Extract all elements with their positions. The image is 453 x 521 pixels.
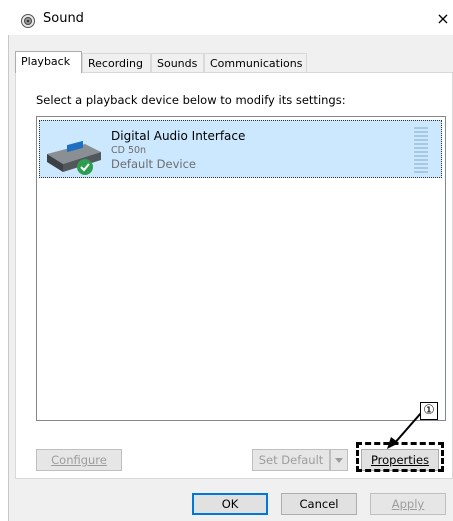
instruction-text: Select a playback device below to modify…	[36, 93, 346, 107]
device-name: Digital Audio Interface	[111, 129, 246, 143]
callout-number: ①	[420, 402, 438, 420]
configure-button[interactable]: Configure	[36, 449, 122, 471]
chevron-down-icon	[335, 458, 343, 463]
window-title: Sound	[43, 11, 84, 26]
device-model: CD 50n	[111, 145, 147, 156]
ok-button[interactable]: OK	[192, 493, 268, 515]
set-default-button[interactable]: Set Default	[252, 449, 330, 471]
green-check-icon	[77, 159, 93, 175]
device-status: Default Device	[111, 157, 197, 171]
tab-playback[interactable]: Playback	[15, 51, 82, 73]
title-bar: Sound ×	[0, 0, 453, 35]
tab-sounds[interactable]: Sounds	[151, 53, 204, 72]
tab-communications[interactable]: Communications	[204, 53, 307, 72]
close-button[interactable]: ×	[433, 8, 453, 30]
set-default-dropdown[interactable]	[330, 449, 348, 471]
volume-level-meter	[413, 126, 429, 173]
speaker-icon	[21, 14, 35, 28]
callout-arrow-icon	[387, 412, 422, 449]
audio-device-icon	[47, 140, 101, 175]
tab-recording[interactable]: Recording	[82, 53, 151, 72]
cancel-button[interactable]: Cancel	[281, 493, 357, 515]
apply-button[interactable]: Apply	[370, 493, 446, 515]
